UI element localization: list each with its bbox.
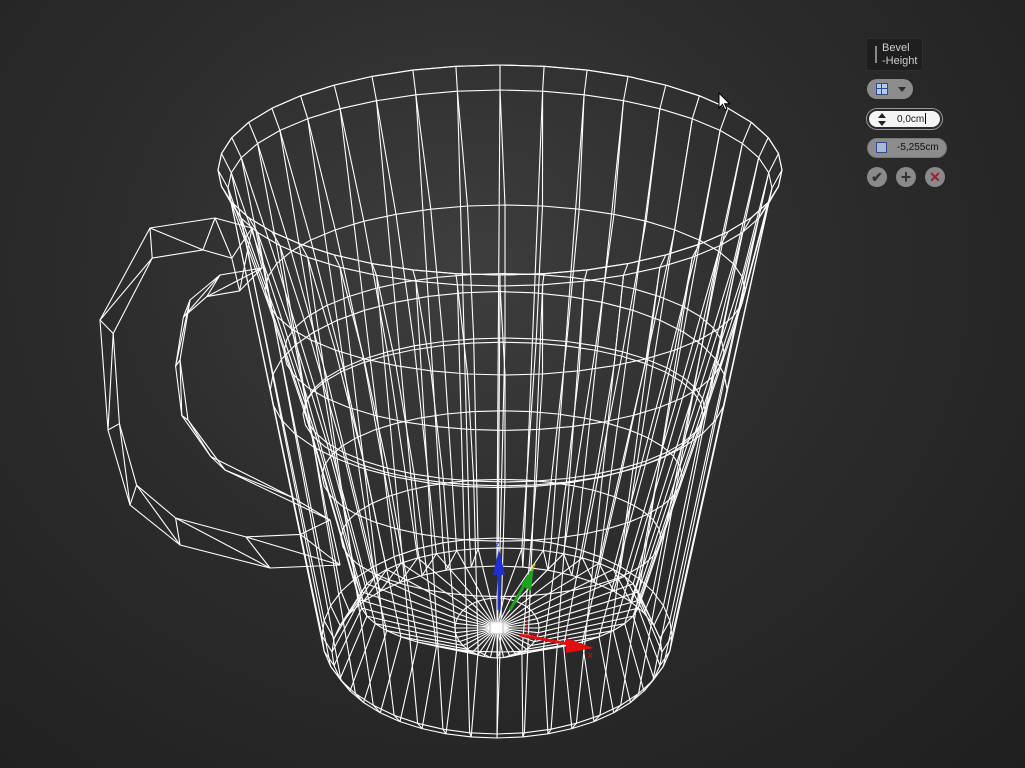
caddy-title-line2: -Height	[882, 55, 918, 67]
caddy-title-line1: Bevel	[882, 42, 910, 54]
close-icon: ✕	[929, 169, 941, 185]
outline-value: -5,255cm	[897, 142, 939, 153]
spinner-icon[interactable]	[878, 113, 886, 127]
outline-field[interactable]: -5,255cm	[867, 138, 947, 158]
mouse-cursor-icon	[718, 92, 731, 111]
gizmo-x-label: x	[588, 650, 593, 660]
gizmo-y-label: y	[531, 561, 536, 571]
plus-icon: +	[900, 167, 912, 187]
apply-and-continue-button[interactable]: +	[896, 167, 916, 187]
caddy-title[interactable]: Bevel -Height	[866, 38, 923, 71]
text-caret	[925, 113, 927, 124]
grip-icon[interactable]	[875, 46, 877, 63]
gizmo-z-label: z	[495, 539, 500, 549]
chevron-down-icon	[898, 87, 906, 92]
bevel-mode-dropdown[interactable]	[867, 79, 913, 99]
cancel-button[interactable]: ✕	[925, 167, 945, 187]
outline-icon	[876, 142, 887, 153]
bevel-mode-icon	[876, 83, 888, 95]
bevel-caddy: Bevel -Height 0,0cm -5,255cm ✔ + ✕	[866, 38, 956, 198]
ok-button[interactable]: ✔	[867, 167, 887, 187]
checkmark-icon: ✔	[871, 169, 883, 185]
mug-wire-lines	[99, 64, 783, 739]
height-value: 0,0cm	[897, 114, 925, 125]
height-field[interactable]: 0,0cm	[867, 109, 942, 129]
